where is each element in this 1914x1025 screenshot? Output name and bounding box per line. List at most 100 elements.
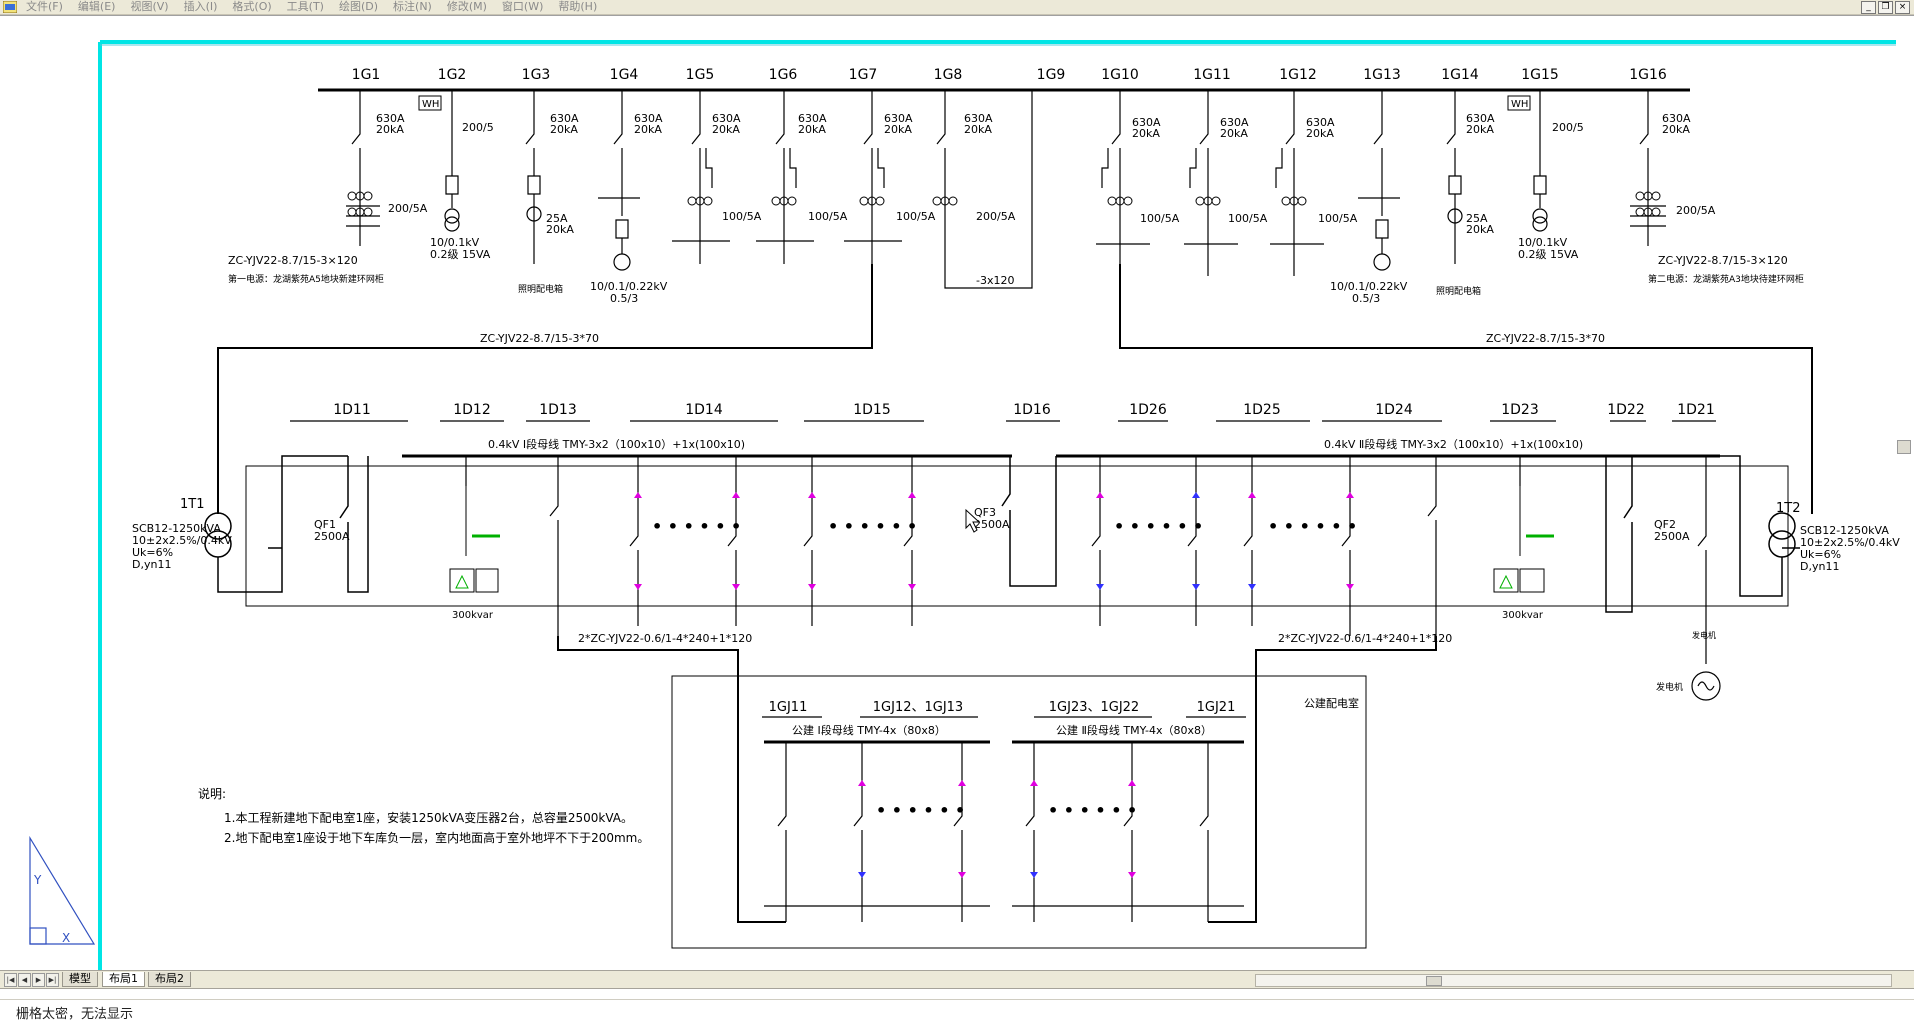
panel-label: 1G8 <box>934 67 963 83</box>
drawing-canvas[interactable]: 1G1 1G2 1G3 1G4 1G5 1G6 1G7 1G8 1G9 1G10… <box>0 15 1914 971</box>
svg-text:1D26: 1D26 <box>1129 402 1167 418</box>
svg-text:20kA: 20kA <box>798 123 826 136</box>
scroll-thumb[interactable] <box>1426 976 1442 986</box>
tab-layout2[interactable]: 布局2 <box>148 972 191 987</box>
menu-modify[interactable]: 修改(M) <box>447 0 487 13</box>
panel-label: 1G1 <box>352 67 381 83</box>
generator <box>1691 671 1721 701</box>
hv-ratings: 630A20kA 630A20kA 630A20kA 630A20kA 630A… <box>376 112 1716 305</box>
first-tab-icon[interactable]: |◀ <box>4 973 17 987</box>
panel-label: 1G15 <box>1521 67 1559 83</box>
tab-layout1[interactable]: 布局1 <box>102 972 145 987</box>
svg-text:1D13: 1D13 <box>539 402 577 418</box>
horizontal-scrollbar[interactable] <box>1255 974 1892 987</box>
svg-text:1D25: 1D25 <box>1243 402 1281 418</box>
menu-dimension[interactable]: 标注(N) <box>393 0 432 13</box>
menu-tools[interactable]: 工具(T) <box>287 0 324 13</box>
bus-label: 0.4kV Ⅰ段母线 TMY-3x2（100x10）+1x(100x10) <box>488 437 745 451</box>
menu-help[interactable]: 帮助(H) <box>558 0 597 13</box>
svg-text:ZC-YJV22-8.7/15-3×120: ZC-YJV22-8.7/15-3×120 <box>228 254 358 267</box>
panel-label: 1G11 <box>1193 67 1231 83</box>
svg-text:20kA: 20kA <box>376 123 404 136</box>
panel-label: 1G12 <box>1279 67 1317 83</box>
capacitor-label: 300kvar <box>452 610 494 621</box>
panel-label: 1G13 <box>1363 67 1401 83</box>
menu-bar: 文件(F) 编辑(E) 视图(V) 插入(I) 格式(O) 工具(T) 绘图(D… <box>0 0 1914 15</box>
bus-label: 0.4kV Ⅱ段母线 TMY-3x2（100x10）+1x(100x10) <box>1324 437 1583 451</box>
public-room-title: 公建配电室 <box>1304 696 1359 710</box>
panel-label: 1G4 <box>610 67 639 83</box>
vertical-scrollbar[interactable] <box>1896 20 1911 960</box>
svg-text:• • • • • •: • • • • • • <box>828 517 917 536</box>
minimize-icon[interactable]: _ <box>1861 1 1876 14</box>
svg-text:200/5A: 200/5A <box>1676 204 1716 217</box>
panel-label: 1G7 <box>849 67 878 83</box>
tab-model[interactable]: 模型 <box>62 972 98 987</box>
svg-text:2500A: 2500A <box>1654 530 1690 543</box>
ucs-x-label: X <box>62 931 70 945</box>
panel-label: 1G2 <box>438 67 467 83</box>
svg-text:100/5A: 100/5A <box>1318 212 1358 225</box>
capacitor-bank-right <box>1493 486 1554 593</box>
svg-text:20kA: 20kA <box>964 123 992 136</box>
app-icon[interactable] <box>3 1 17 13</box>
svg-text:说明:: 说明: <box>198 786 226 801</box>
svg-text:20kA: 20kA <box>1220 127 1248 140</box>
svg-text:2.地下配电室1座设于地下车库负一层，室内地面高于室外地坪不: 2.地下配电室1座设于地下车库负一层，室内地面高于室外地坪不下于200mm。 <box>224 830 649 845</box>
command-output: 栅格太密，无法显示 <box>16 1007 134 1022</box>
svg-text:1GJ12、1GJ13: 1GJ12、1GJ13 <box>873 700 963 715</box>
menu-edit[interactable]: 编辑(E) <box>78 0 116 13</box>
svg-text:• • • • • •: • • • • • • <box>876 801 965 820</box>
svg-text:• • • • • •: • • • • • • <box>652 517 741 536</box>
menu-format[interactable]: 格式(O) <box>232 0 271 13</box>
ucs-icon <box>29 835 96 945</box>
svg-text:20kA: 20kA <box>1662 123 1690 136</box>
svg-text:照明配电箱: 照明配电箱 <box>518 283 563 295</box>
next-tab-icon[interactable]: ▶ <box>32 973 45 987</box>
cable-label: 2*ZC-YJV22-0.6/1-4*240+1*120 <box>578 632 752 645</box>
svg-text:20kA: 20kA <box>1466 123 1494 136</box>
capacitor-bank-left <box>449 486 500 593</box>
svg-text:100/5A: 100/5A <box>808 210 848 223</box>
breaker-labels: QF1 2500A QF3 2500A QF2 2500A <box>314 506 1690 543</box>
svg-text:1GJ21: 1GJ21 <box>1197 700 1236 715</box>
restore-icon[interactable]: ❐ <box>1878 1 1893 14</box>
svg-text:1T2: 1T2 <box>1776 501 1800 516</box>
svg-text:100/5A: 100/5A <box>722 210 762 223</box>
svg-text:2500A: 2500A <box>974 518 1010 531</box>
svg-text:1.本工程新建地下配电室1座，安装1250kVA变压器2台，: 1.本工程新建地下配电室1座，安装1250kVA变压器2台，总容量2500kVA… <box>224 810 633 825</box>
svg-text:照明配电箱: 照明配电箱 <box>1436 285 1481 297</box>
cable-label: 2*ZC-YJV22-0.6/1-4*240+1*120 <box>1278 632 1452 645</box>
panel-label: 1G9 <box>1037 67 1066 83</box>
svg-text:-3x120: -3x120 <box>976 274 1014 287</box>
last-tab-icon[interactable]: ▶| <box>46 973 59 987</box>
scroll-thumb[interactable] <box>1897 440 1911 454</box>
svg-text:1D12: 1D12 <box>453 402 491 418</box>
svg-text:1D11: 1D11 <box>333 402 371 418</box>
svg-text:2500A: 2500A <box>314 530 350 543</box>
lv-public-cables <box>557 636 1437 923</box>
wh-label: WH <box>1511 99 1528 110</box>
close-icon[interactable]: × <box>1895 1 1910 14</box>
menu-draw[interactable]: 绘图(D) <box>339 0 378 13</box>
svg-text:• • • • • •: • • • • • • <box>1268 517 1357 536</box>
menu-window[interactable]: 窗口(W) <box>502 0 543 13</box>
command-line[interactable]: 栅格太密，无法显示 <box>0 988 1914 1025</box>
menu-insert[interactable]: 插入(I) <box>184 0 218 13</box>
svg-text:1D15: 1D15 <box>853 402 891 418</box>
svg-text:1D23: 1D23 <box>1501 402 1539 418</box>
menu-file[interactable]: 文件(F) <box>26 0 63 13</box>
svg-text:100/5A: 100/5A <box>1228 212 1268 225</box>
svg-text:200/5: 200/5 <box>462 121 494 134</box>
panel-label: 1G6 <box>769 67 798 83</box>
panel-label: 1G3 <box>522 67 551 83</box>
public-phase-markers <box>858 780 1136 878</box>
menu-view[interactable]: 视图(V) <box>130 0 168 13</box>
svg-text:0.5/3: 0.5/3 <box>610 292 638 305</box>
panel-label: 1G14 <box>1441 67 1479 83</box>
prev-tab-icon[interactable]: ◀ <box>18 973 31 987</box>
svg-text:1D16: 1D16 <box>1013 402 1051 418</box>
command-divider <box>0 999 1914 1000</box>
svg-text:1D22: 1D22 <box>1607 402 1645 418</box>
public-continuation-dots: • • • • • • • • • • • • <box>876 801 1137 820</box>
